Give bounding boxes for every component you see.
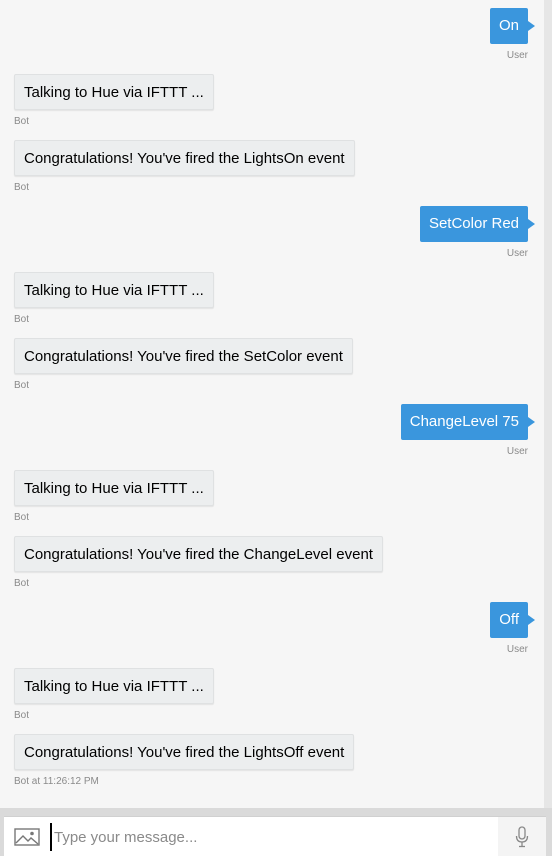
message-meta: Bot bbox=[14, 710, 30, 721]
microphone-icon bbox=[515, 826, 529, 848]
scrollbar[interactable] bbox=[544, 0, 552, 808]
message-bubble: Congratulations! You've fired the Lights… bbox=[14, 140, 355, 176]
message-bubble: Congratulations! You've fired the Change… bbox=[14, 536, 383, 572]
message-bubble: Talking to Hue via IFTTT ... bbox=[14, 272, 214, 308]
message-composer bbox=[4, 816, 546, 856]
message-meta: User bbox=[506, 50, 528, 61]
message-bubble: Talking to Hue via IFTTT ... bbox=[14, 668, 214, 704]
message-meta: User bbox=[506, 248, 528, 259]
user-message: ChangeLevel 75 User bbox=[400, 404, 536, 458]
bot-message: Congratulations! You've fired the Lights… bbox=[14, 140, 355, 194]
bot-message: Talking to Hue via IFTTT ... Bot bbox=[14, 470, 214, 524]
user-message: On User bbox=[489, 8, 536, 62]
message-bubble: On bbox=[489, 8, 536, 44]
message-meta: Bot bbox=[14, 512, 30, 523]
message-bubble: Congratulations! You've fired the SetCol… bbox=[14, 338, 353, 374]
bot-message: Congratulations! You've fired the SetCol… bbox=[14, 338, 353, 392]
message-meta: Bot bbox=[14, 380, 30, 391]
bot-message: Talking to Hue via IFTTT ... Bot bbox=[14, 668, 214, 722]
message-meta: User bbox=[506, 446, 528, 457]
message-meta: Bot bbox=[14, 314, 30, 325]
microphone-button[interactable] bbox=[498, 817, 546, 856]
bot-message: Talking to Hue via IFTTT ... Bot bbox=[14, 74, 214, 128]
message-bubble: Off bbox=[490, 602, 535, 638]
image-upload-button[interactable] bbox=[4, 817, 50, 856]
scrollbar-thumb[interactable] bbox=[544, 0, 552, 808]
message-meta: Bot bbox=[14, 182, 30, 193]
image-upload-icon bbox=[14, 828, 40, 846]
message-input-bar bbox=[0, 808, 552, 856]
message-meta: Bot bbox=[14, 578, 30, 589]
message-bubble: Talking to Hue via IFTTT ... bbox=[14, 470, 214, 506]
user-message: Off User bbox=[490, 602, 535, 656]
bot-message: Congratulations! You've fired the Change… bbox=[14, 536, 383, 590]
message-meta: User bbox=[506, 644, 528, 655]
bot-message: Congratulations! You've fired the Lights… bbox=[14, 734, 355, 788]
message-input[interactable] bbox=[50, 823, 498, 851]
message-bubble: ChangeLevel 75 bbox=[400, 404, 536, 440]
message-meta: Bot bbox=[14, 116, 30, 127]
user-message: SetColor Red User bbox=[419, 206, 536, 260]
message-bubble: Congratulations! You've fired the Lights… bbox=[14, 734, 355, 770]
bot-message: Talking to Hue via IFTTT ... Bot bbox=[14, 272, 214, 326]
message-bubble: SetColor Red bbox=[419, 206, 536, 242]
message-meta: Bot at 11:26:12 PM bbox=[14, 776, 99, 787]
chat-window: On User Talking to Hue via IFTTT ... Bot… bbox=[0, 0, 552, 856]
message-bubble: Talking to Hue via IFTTT ... bbox=[14, 74, 214, 110]
